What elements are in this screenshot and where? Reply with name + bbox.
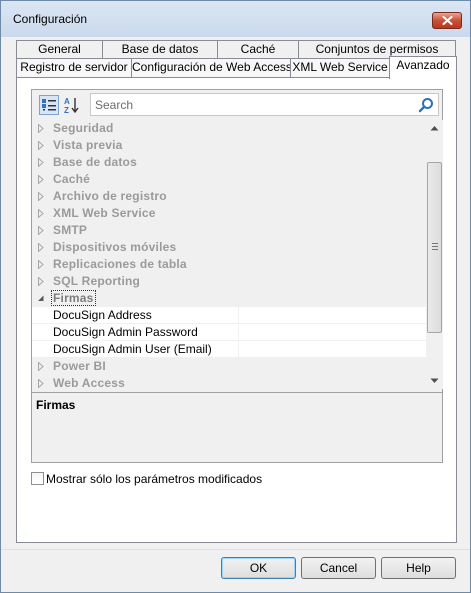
collapse-arrow-icon[interactable] bbox=[37, 294, 45, 303]
tab-base-de-datos[interactable]: Base de datos bbox=[102, 40, 218, 59]
scroll-up-arrow-icon[interactable] bbox=[430, 125, 439, 131]
category-label: Replicaciones de tabla bbox=[53, 257, 187, 271]
category-cache[interactable]: Caché bbox=[32, 171, 426, 188]
window-title: Configuración bbox=[13, 12, 88, 26]
show-modified-only-checkbox[interactable] bbox=[31, 472, 44, 485]
alphabetical-button[interactable]: A Z bbox=[62, 95, 82, 115]
show-modified-only-label[interactable]: Mostrar sólo los parámetros modificados bbox=[46, 472, 262, 486]
property-grid-toolbar: A Z bbox=[32, 90, 442, 120]
sort-az-icon: A Z bbox=[64, 97, 79, 114]
footer-divider bbox=[1, 549, 470, 550]
property-value[interactable] bbox=[238, 307, 426, 323]
property-row[interactable]: DocuSign Admin Password bbox=[32, 324, 426, 341]
category-label: XML Web Service bbox=[53, 206, 156, 220]
category-label: Caché bbox=[53, 172, 91, 186]
categorized-view-icon bbox=[42, 99, 56, 111]
category-xml-web-service[interactable]: XML Web Service bbox=[32, 205, 426, 222]
svg-text:A: A bbox=[64, 97, 70, 106]
category-label: Archivo de registro bbox=[53, 189, 167, 203]
category-sql-reporting[interactable]: SQL Reporting bbox=[32, 273, 426, 290]
category-base-de-datos[interactable]: Base de datos bbox=[32, 154, 426, 171]
category-web-access[interactable]: Web Access bbox=[32, 375, 426, 389]
expand-arrow-icon[interactable] bbox=[37, 362, 45, 371]
tab-label: XML Web Service bbox=[292, 60, 388, 74]
category-label: Base de datos bbox=[53, 155, 137, 169]
category-power-bi[interactable]: Power BI bbox=[32, 358, 426, 375]
category-label: Power BI bbox=[53, 359, 106, 373]
vertical-scrollbar[interactable] bbox=[426, 120, 443, 389]
description-title: Firmas bbox=[36, 398, 76, 412]
tab-label: Base de datos bbox=[121, 42, 199, 56]
property-row[interactable]: DocuSign Admin User (Email) bbox=[32, 341, 426, 358]
category-label: Firmas bbox=[51, 290, 96, 306]
description-pane: Firmas bbox=[32, 392, 442, 462]
expand-arrow-icon[interactable] bbox=[37, 158, 45, 167]
tab-avanzado[interactable]: Avanzado bbox=[389, 56, 457, 79]
property-name: DocuSign Admin Password bbox=[53, 325, 198, 339]
tab-registro-de-servidor[interactable]: Registro de servidor bbox=[16, 58, 132, 77]
search-input[interactable] bbox=[95, 97, 413, 113]
expand-arrow-icon[interactable] bbox=[37, 124, 45, 133]
expand-arrow-icon[interactable] bbox=[37, 277, 45, 286]
tab-label: Conjuntos de permisos bbox=[315, 42, 439, 56]
category-archivo-de-registro[interactable]: Archivo de registro bbox=[32, 188, 426, 205]
help-button[interactable]: Help bbox=[381, 557, 456, 579]
search-box bbox=[90, 93, 439, 116]
property-grid: A Z Seguridad Vista previa bbox=[31, 89, 443, 463]
title-bar[interactable]: Configuración bbox=[1, 1, 470, 37]
close-button[interactable] bbox=[432, 12, 462, 29]
expand-arrow-icon[interactable] bbox=[37, 260, 45, 269]
expand-arrow-icon[interactable] bbox=[37, 141, 45, 150]
property-name: DocuSign Admin User (Email) bbox=[53, 342, 212, 356]
tab-label: Registro de servidor bbox=[20, 60, 128, 74]
property-list: Seguridad Vista previa Base de datos Cac… bbox=[32, 120, 426, 389]
category-smtp[interactable]: SMTP bbox=[32, 222, 426, 239]
categorized-button[interactable] bbox=[39, 95, 59, 115]
tab-general[interactable]: General bbox=[16, 40, 103, 59]
configuration-dialog: Configuración General Base de datos Cach… bbox=[0, 0, 471, 593]
scrollbar-thumb[interactable] bbox=[427, 162, 442, 333]
close-icon bbox=[442, 16, 452, 25]
category-dispositivos-moviles[interactable]: Dispositivos móviles bbox=[32, 239, 426, 256]
expand-arrow-icon[interactable] bbox=[37, 175, 45, 184]
tab-label: General bbox=[38, 42, 81, 56]
category-vista-previa[interactable]: Vista previa bbox=[32, 137, 426, 154]
category-label: Web Access bbox=[53, 376, 126, 389]
property-value[interactable] bbox=[238, 324, 426, 340]
expand-arrow-icon[interactable] bbox=[37, 379, 45, 388]
cancel-button[interactable]: Cancel bbox=[301, 557, 376, 579]
search-icon[interactable] bbox=[418, 97, 434, 113]
category-label: Vista previa bbox=[53, 138, 123, 152]
ok-button[interactable]: OK bbox=[221, 557, 296, 579]
tab-cache[interactable]: Caché bbox=[217, 40, 299, 59]
category-label: Seguridad bbox=[53, 121, 114, 135]
property-row[interactable]: DocuSign Address bbox=[32, 307, 426, 324]
property-value[interactable] bbox=[238, 341, 426, 357]
expand-arrow-icon[interactable] bbox=[37, 226, 45, 235]
category-label: SMTP bbox=[53, 223, 88, 237]
scroll-down-arrow-icon[interactable] bbox=[430, 378, 439, 384]
tab-configuracion-web-access[interactable]: Configuración de Web Access bbox=[131, 58, 292, 77]
expand-arrow-icon[interactable] bbox=[37, 192, 45, 201]
category-seguridad[interactable]: Seguridad bbox=[32, 120, 426, 137]
tab-label: Configuración de Web Access bbox=[132, 60, 292, 74]
category-firmas[interactable]: Firmas bbox=[32, 290, 426, 307]
scrollbar-grip bbox=[432, 243, 438, 252]
category-replicaciones-de-tabla[interactable]: Replicaciones de tabla bbox=[32, 256, 426, 273]
svg-text:Z: Z bbox=[64, 106, 69, 114]
tab-xml-web-service[interactable]: XML Web Service bbox=[290, 58, 390, 77]
category-label: Dispositivos móviles bbox=[53, 240, 177, 254]
expand-arrow-icon[interactable] bbox=[37, 209, 45, 218]
tab-label: Caché bbox=[240, 42, 276, 56]
property-name: DocuSign Address bbox=[53, 308, 152, 322]
tab-label: Avanzado bbox=[396, 58, 450, 72]
category-label: SQL Reporting bbox=[53, 274, 141, 288]
expand-arrow-icon[interactable] bbox=[37, 243, 45, 252]
